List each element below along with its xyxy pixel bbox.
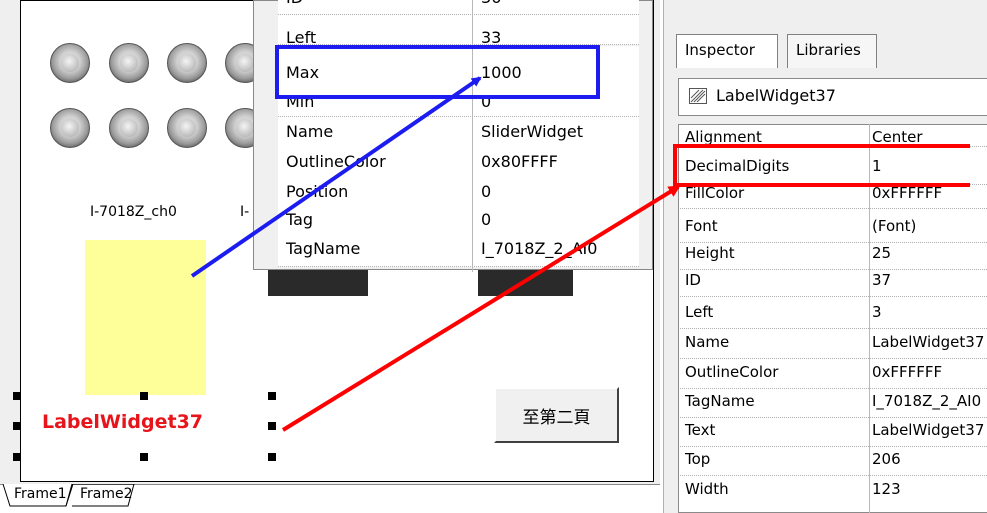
max-highlight-box bbox=[275, 45, 600, 99]
decimaldigits-highlight-box bbox=[673, 144, 970, 187]
blue-arrow bbox=[190, 76, 482, 278]
annotation-overlay bbox=[190, 45, 970, 432]
red-arrow bbox=[281, 185, 681, 432]
